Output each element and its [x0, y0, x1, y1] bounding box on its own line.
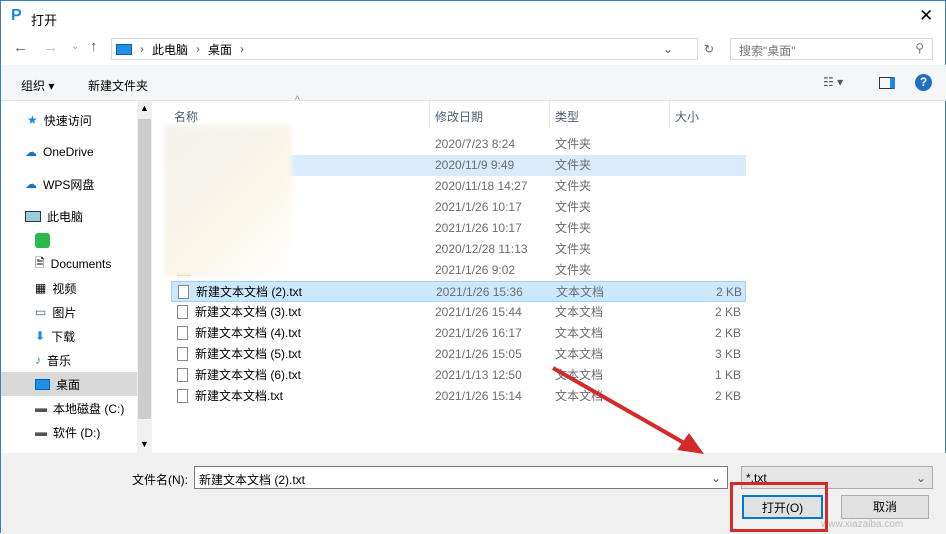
arrow-shaft: [552, 366, 687, 446]
red-arrow-annotation: [552, 366, 704, 454]
arrow-head: [677, 433, 704, 454]
